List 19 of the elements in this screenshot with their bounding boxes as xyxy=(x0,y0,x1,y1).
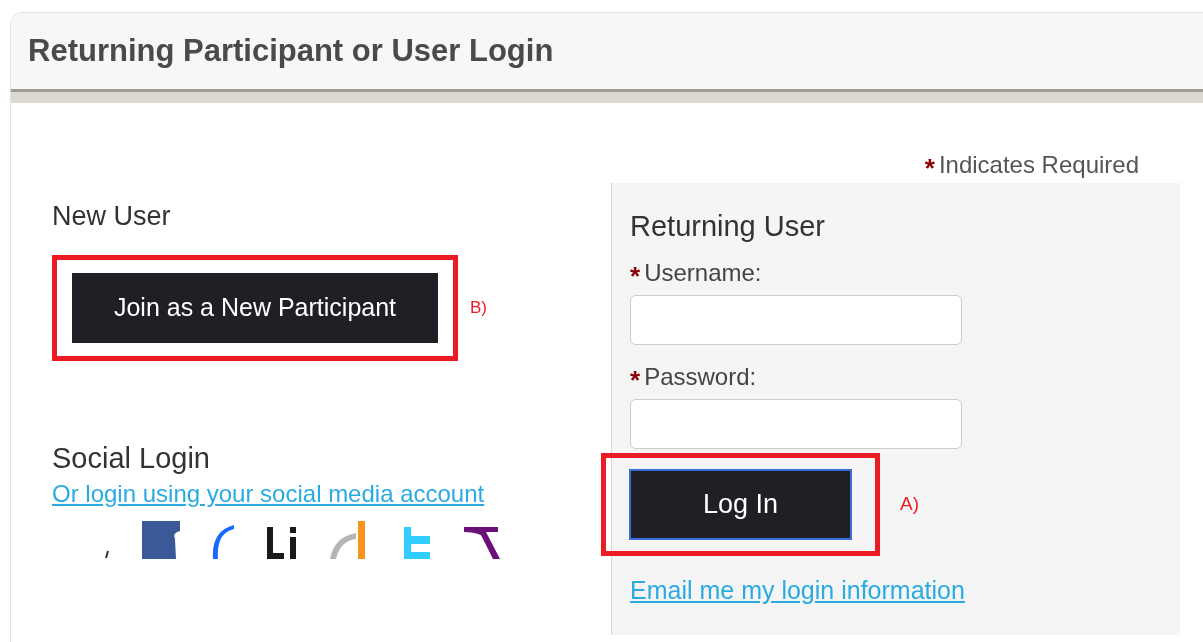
annotation-label: B) xyxy=(470,296,487,319)
panel-title: Returning Participant or User Login xyxy=(28,31,554,70)
facebook-icon[interactable] xyxy=(142,521,180,559)
section-heading: Returning User xyxy=(630,209,827,244)
section-heading: Social Login xyxy=(52,440,211,476)
join-button[interactable]: Join as a New Participant xyxy=(72,272,438,343)
field-label: Username: xyxy=(644,257,762,288)
section-heading: New User xyxy=(52,200,172,233)
required-mark: * xyxy=(630,265,641,286)
input-field[interactable] xyxy=(630,398,962,449)
yahoo-icon[interactable] xyxy=(464,527,502,559)
logo-icon[interactable] xyxy=(266,527,298,559)
required-mark: * xyxy=(924,158,935,178)
field-label: Password: xyxy=(644,361,757,392)
annotation-label: A) xyxy=(900,491,919,516)
login-button[interactable]: Log In xyxy=(629,468,852,540)
required-mark: * xyxy=(630,369,641,390)
required-note: Indicates Required xyxy=(938,150,1139,180)
input-field[interactable] xyxy=(630,294,962,345)
